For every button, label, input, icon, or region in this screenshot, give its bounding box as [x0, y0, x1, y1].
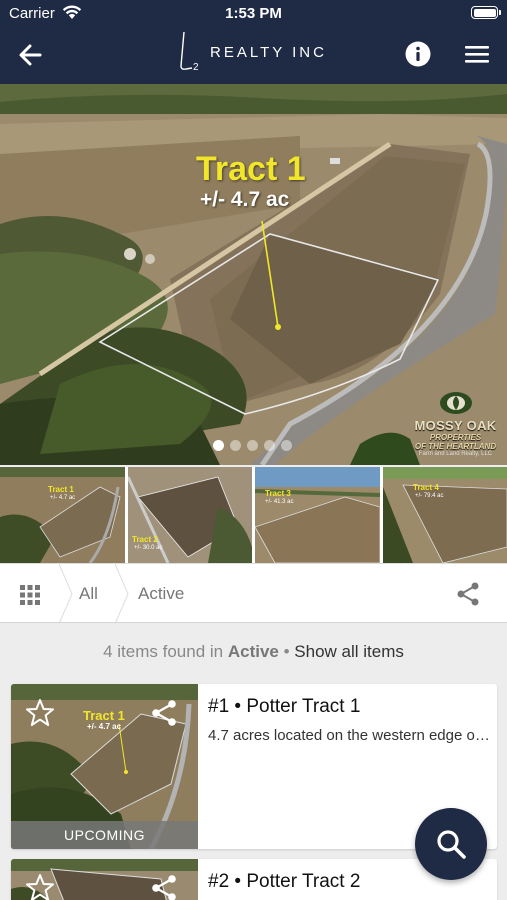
thumbnail-label: Tract 2 — [132, 535, 158, 544]
share-icon[interactable] — [455, 581, 481, 607]
battery-icon — [471, 6, 501, 19]
listing-title[interactable]: #1 • Potter Tract 1 — [208, 696, 360, 718]
search-icon — [437, 830, 466, 859]
brand-logo: 2 REALTY INC — [176, 30, 346, 74]
thumbnail-4[interactable]: Tract 4 +/- 79.4 ac — [383, 467, 507, 563]
clock: 1:53 PM — [225, 5, 282, 22]
watermark-line2: PROPERTIES — [429, 433, 482, 442]
watermark-line3: OF THE HEARTLAND — [414, 442, 497, 451]
results-count: 4 items found in — [103, 642, 224, 661]
watermark-line1: MOSSY OAK — [414, 418, 497, 433]
tab-separator — [58, 564, 73, 624]
page-dot[interactable] — [230, 440, 241, 451]
status-bar: Carrier 1:53 PM — [0, 0, 507, 28]
thumbnail-label: Tract 3 — [265, 489, 291, 498]
page-dot[interactable] — [281, 440, 292, 451]
page-dot[interactable] — [264, 440, 275, 451]
listing-description: 4.7 acres located on the western edge of… — [208, 727, 490, 744]
status-badge: UPCOMING — [11, 821, 198, 849]
hero-photo[interactable]: Tract 1 +/- 4.7 ac MOSSY OAK PROPERTIES … — [0, 84, 507, 465]
thumbnail-sub: +/- 4.7 ac — [50, 495, 76, 501]
listing-image[interactable]: Tract 1 +/- 4.7 ac UPCOMING — [11, 684, 198, 849]
page-dot[interactable] — [213, 440, 224, 451]
thumbnail-label: Tract 4 — [413, 483, 439, 492]
top-bar: Carrier 1:53 PM 2 REALTY INC — [0, 0, 507, 84]
listing-title[interactable]: #2 • Potter Tract 2 — [208, 871, 360, 893]
filter-bar: All Active — [0, 563, 507, 624]
listing-share-icon[interactable] — [150, 699, 178, 727]
results-summary: 4 items found in Active • Show all items — [0, 642, 507, 662]
hamburger-menu-icon[interactable] — [464, 43, 490, 65]
results-separator: • — [283, 642, 290, 661]
thumbnail-image — [0, 467, 125, 563]
listing-image[interactable] — [11, 859, 198, 900]
watermark-line4: Farm and Land Realty, LLC — [418, 451, 493, 457]
tab-all[interactable]: All — [79, 584, 98, 604]
tab-separator — [114, 564, 129, 624]
favorite-star-icon[interactable] — [25, 873, 55, 900]
hero-tract-acres: +/- 4.7 ac — [200, 188, 290, 211]
thumbnail-3[interactable]: Tract 3 +/- 41.3 ac — [255, 467, 380, 563]
thumbnail-sub: +/- 30.0 ac — [134, 545, 163, 551]
grid-icon[interactable] — [18, 583, 42, 607]
mossy-oak-watermark: MOSSY OAK PROPERTIES OF THE HEARTLAND Fa… — [408, 388, 503, 462]
thumbnail-label: Tract 1 — [48, 485, 74, 494]
back-arrow-icon[interactable] — [14, 40, 48, 70]
page-dot[interactable] — [247, 440, 258, 451]
thumbnail-image — [255, 467, 380, 563]
listing-share-icon[interactable] — [150, 874, 178, 900]
app-screen: Carrier 1:53 PM 2 REALTY INC Tract 1 +/-… — [0, 0, 507, 900]
search-fab-button[interactable] — [415, 808, 487, 880]
listing-image-title: Tract 1 — [83, 708, 125, 723]
info-icon[interactable] — [405, 41, 431, 67]
oak-leaf-logo-icon — [440, 392, 472, 414]
thumbnail-sub: +/- 41.3 ac — [265, 499, 294, 505]
thumbnail-image — [383, 467, 507, 563]
show-all-link[interactable]: Show all items — [294, 642, 404, 661]
thumbnail-1[interactable]: Tract 1 +/- 4.7 ac — [0, 467, 125, 563]
page-indicator[interactable] — [213, 438, 298, 451]
listing-image-sub: +/- 4.7 ac — [87, 722, 122, 731]
thumbnail-strip: Tract 1 +/- 4.7 ac Tract 2 +/- 30.0 ac T… — [0, 467, 507, 563]
logo-mark-icon: 2 — [180, 31, 199, 73]
brand-name: REALTY INC — [210, 44, 327, 61]
svg-text:2: 2 — [193, 62, 199, 73]
favorite-star-icon[interactable] — [25, 698, 55, 728]
results-filter: Active — [227, 642, 279, 661]
hero-tract-title: Tract 1 — [196, 150, 306, 188]
thumbnail-sub: +/- 79.4 ac — [415, 493, 444, 499]
tab-active[interactable]: Active — [138, 584, 184, 604]
thumbnail-2[interactable]: Tract 2 +/- 30.0 ac — [128, 467, 252, 563]
